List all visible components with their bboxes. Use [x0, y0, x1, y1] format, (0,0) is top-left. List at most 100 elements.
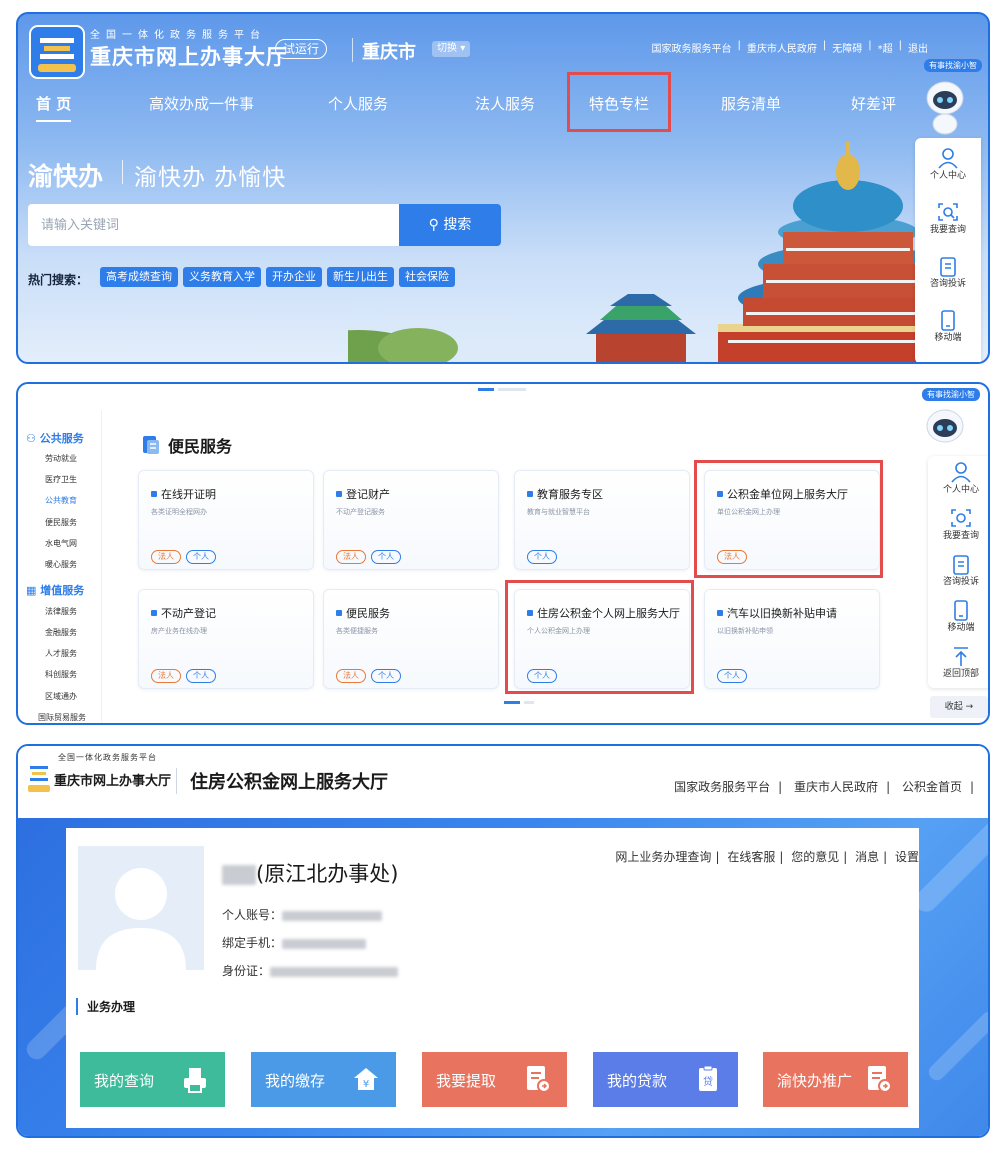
- tag-personal: 个人: [717, 669, 747, 683]
- tile-label: 我的缴存: [265, 1072, 326, 1090]
- card-desc: 以旧换新补贴申领: [717, 627, 773, 635]
- menu-item-healthcare[interactable]: 医疗卫生: [45, 474, 77, 485]
- hot-tag-exam-scores[interactable]: 高考成绩查询: [100, 267, 178, 287]
- hot-tag-compulsory-education[interactable]: 义务教育入学: [183, 267, 261, 287]
- link-business-query[interactable]: 网上业务办理查询: [615, 850, 711, 864]
- portal-header: 全国一体化政务服务平台 重庆市网上办事大厅 试运行 重庆市 切换 ▾ 国家政务服…: [18, 14, 988, 79]
- assistant-badge[interactable]: 有事找渝小智: [924, 59, 982, 72]
- menu-item-convenience[interactable]: 便民服务: [45, 517, 77, 528]
- tag-personal: 个人: [186, 550, 216, 564]
- slogan-main: 渝快办: [28, 162, 104, 191]
- tag-personal: 个人: [527, 550, 557, 564]
- link-accessibility[interactable]: 无障碍: [832, 40, 862, 55]
- link-separator: |: [868, 40, 872, 51]
- dock-complaint[interactable]: 咨询投诉: [928, 550, 988, 596]
- convenience-services-panel: ⚇ 公共服务 劳动就业 医疗卫生 公共教育 便民服务 水电气网 暖心服务 ▦ 增…: [16, 382, 990, 725]
- menu-item-talent[interactable]: 人才服务: [45, 648, 77, 659]
- service-category-menu: ⚇ 公共服务 劳动就业 医疗卫生 公共教育 便民服务 水电气网 暖心服务 ▦ 增…: [18, 410, 102, 723]
- section-title: 便民服务: [168, 437, 233, 456]
- menu-group-public-services[interactable]: ⚇ 公共服务: [26, 430, 84, 446]
- tile-my-loan[interactable]: 我的贷款 贷: [593, 1052, 738, 1107]
- menu-item-trade[interactable]: 国际贸易服务: [38, 712, 86, 723]
- link-national-platform[interactable]: 国家政务服务平台: [674, 780, 770, 794]
- header-divider: [176, 768, 177, 794]
- fund-header: 全国一体化政务服务平台 重庆市网上办事大厅 住房公积金网上服务大厅 国家政务服务…: [18, 746, 988, 822]
- phone-row: 绑定手机：: [222, 934, 367, 951]
- dock-label: 移动端: [947, 623, 975, 633]
- user-icon: [951, 462, 971, 483]
- dock-personal-center[interactable]: 个人中心: [915, 144, 981, 190]
- menu-item-care[interactable]: 暖心服务: [45, 559, 77, 570]
- link-online-service[interactable]: 在线客服: [727, 850, 775, 864]
- dock-mobile[interactable]: 移动端: [915, 306, 981, 352]
- tile-my-deposit[interactable]: 我的缴存 ¥: [251, 1052, 396, 1107]
- hot-tag-newborn[interactable]: 新生儿出生: [327, 267, 394, 287]
- menu-item-employment[interactable]: 劳动就业: [45, 453, 77, 464]
- tag-corporate: 法人: [151, 550, 181, 564]
- link-separator: |: [737, 40, 741, 51]
- search-input[interactable]: [28, 204, 390, 246]
- link-username[interactable]: *超: [878, 40, 893, 55]
- dock-query[interactable]: 我要查询: [928, 504, 988, 550]
- link-separator: |: [886, 780, 891, 794]
- menu-item-regional[interactable]: 区域通办: [45, 691, 77, 702]
- dock-query[interactable]: 我要查询: [915, 198, 981, 244]
- slogan-divider: [122, 160, 123, 184]
- search-icon: ⚲: [428, 217, 439, 233]
- nav-personal-services[interactable]: 个人服务: [328, 92, 388, 132]
- tile-my-query[interactable]: 我的查询: [80, 1052, 225, 1107]
- card-tags: 法人 个人: [336, 550, 401, 564]
- link-fund-home[interactable]: 公积金首页: [902, 780, 962, 794]
- nav-corporate-services[interactable]: 法人服务: [475, 92, 535, 132]
- dock-personal-center[interactable]: 个人中心: [928, 458, 988, 504]
- dock-mobile[interactable]: 移动端: [928, 596, 988, 642]
- slogan-sub: 渝快办 办愉快: [134, 165, 287, 191]
- clipboard-icon: [953, 555, 969, 575]
- nav-home[interactable]: 首 页: [36, 92, 72, 132]
- card-title: 汽车以旧换新补贴申请: [717, 605, 837, 621]
- menu-item-utilities[interactable]: 水电气网: [45, 538, 77, 549]
- dock-back-to-top[interactable]: 返回顶部: [928, 642, 988, 688]
- card-desc: 教育与就业智慧平台: [527, 508, 590, 516]
- menu-item-public-education[interactable]: 公共教育: [45, 495, 77, 506]
- link-national-platform[interactable]: 国家政务服务平台: [652, 40, 732, 55]
- search-button[interactable]: ⚲ 搜索: [399, 204, 501, 246]
- menu-group-value-added[interactable]: ▦ 增值服务: [26, 582, 84, 598]
- link-logout[interactable]: 退出: [908, 40, 928, 55]
- nav-one-thing[interactable]: 高效办成一件事: [149, 92, 254, 132]
- tag-corporate: 法人: [336, 550, 366, 564]
- assistant-badge[interactable]: 有事找渝小智: [922, 388, 980, 401]
- link-city-government[interactable]: 重庆市人民政府: [794, 780, 878, 794]
- city-switch-button[interactable]: 切换 ▾: [432, 41, 471, 57]
- dock-complaint[interactable]: 咨询投诉: [915, 252, 981, 298]
- tile-promotion[interactable]: 渝快办推广: [763, 1052, 908, 1107]
- menu-item-innovation[interactable]: 科创服务: [45, 669, 77, 680]
- collapse-button[interactable]: 收起 →: [930, 696, 988, 718]
- dock-label: 移动端: [934, 333, 962, 343]
- link-city-government[interactable]: 重庆市人民政府: [747, 40, 817, 55]
- tile-withdraw[interactable]: 我要提取: [422, 1052, 567, 1107]
- service-card[interactable]: 不动产登记 房产业务在线办理 法人 个人: [138, 589, 314, 689]
- menu-item-finance[interactable]: 金融服务: [45, 627, 77, 638]
- assistant-robot-icon[interactable]: [924, 404, 966, 464]
- hot-tag-social-insurance[interactable]: 社会保险: [399, 267, 455, 287]
- top-links: 国家政务服务平台 | 重庆市人民政府 | 无障碍 | *超 | 退出: [652, 40, 929, 55]
- card-tags: 法人 个人: [151, 550, 216, 564]
- link-feedback[interactable]: 您的意见: [791, 850, 839, 864]
- menu-item-legal[interactable]: 法律服务: [45, 606, 77, 617]
- service-card[interactable]: 教育服务专区 教育与就业智慧平台 个人: [514, 470, 690, 570]
- service-card[interactable]: 便民服务 各类便捷服务 法人 个人: [323, 589, 499, 689]
- service-card[interactable]: 登记财产 不动产登记服务 法人 个人: [323, 470, 499, 570]
- link-settings[interactable]: 设置: [895, 850, 919, 864]
- service-card[interactable]: 汽车以旧换新补贴申请 以旧换新补贴申领 个人: [704, 589, 880, 689]
- highlight-special-column: [567, 72, 671, 132]
- link-messages[interactable]: 消息: [855, 850, 879, 864]
- phone-label: 绑定手机：: [222, 936, 283, 950]
- nav-service-list[interactable]: 服务清单: [721, 92, 781, 132]
- pagination-dots: [504, 701, 534, 704]
- great-hall-illustration: [348, 142, 948, 362]
- tile-label: 我要提取: [436, 1072, 497, 1090]
- nav-rating[interactable]: 好差评: [851, 92, 896, 132]
- hot-tag-start-business[interactable]: 开办企业: [266, 267, 322, 287]
- service-card[interactable]: 在线开证明 各类证明全程网办 法人 个人: [138, 470, 314, 570]
